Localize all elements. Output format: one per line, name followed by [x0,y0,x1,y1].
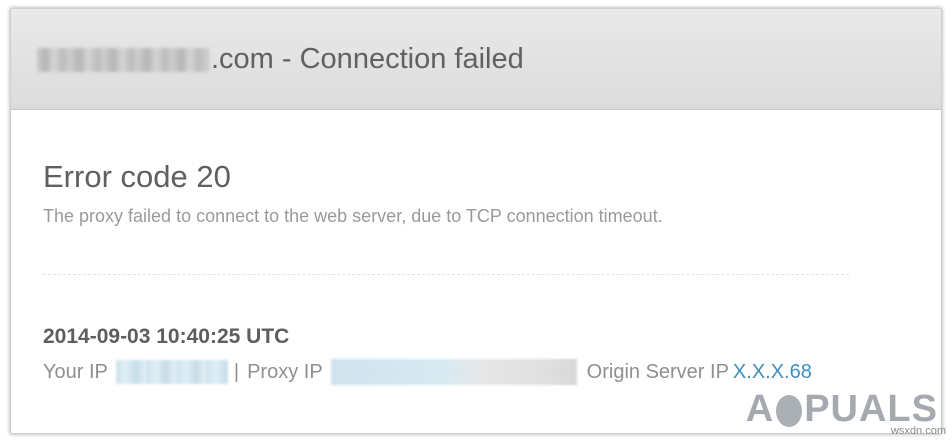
watermark-text-left: A [745,388,775,430]
watermark-text-right: PUALS [804,388,938,430]
redacted-proxy-ip [330,359,577,385]
mascot-icon [776,394,803,427]
your-ip-label: Your IP [43,360,108,383]
origin-ip-label: Origin Server IP [586,360,729,383]
origin-ip-link[interactable]: X.X.X.68 [733,361,812,384]
page-title-suffix: .com - Connection failed [211,43,524,75]
page-header: .com - Connection failed [11,9,941,110]
redacted-your-ip [115,360,228,384]
error-code-heading: Error code 20 [43,159,231,194]
redacted-domain [37,47,209,72]
ip-separator: | [233,360,240,383]
error-page-window: .com - Connection failed Error code 20 T… [10,8,942,434]
ip-info-line: Your IP | Proxy IP Origin Server IP X.X.… [43,359,812,385]
error-description: The proxy failed to connect to the web s… [43,206,663,226]
proxy-ip-label: Proxy IP [247,360,323,383]
error-timestamp: 2014-09-03 10:40:25 UTC [43,325,290,348]
site-watermark: wsxdn.com [890,425,946,437]
page-title: .com - Connection failed [37,43,524,76]
section-divider [43,274,849,275]
